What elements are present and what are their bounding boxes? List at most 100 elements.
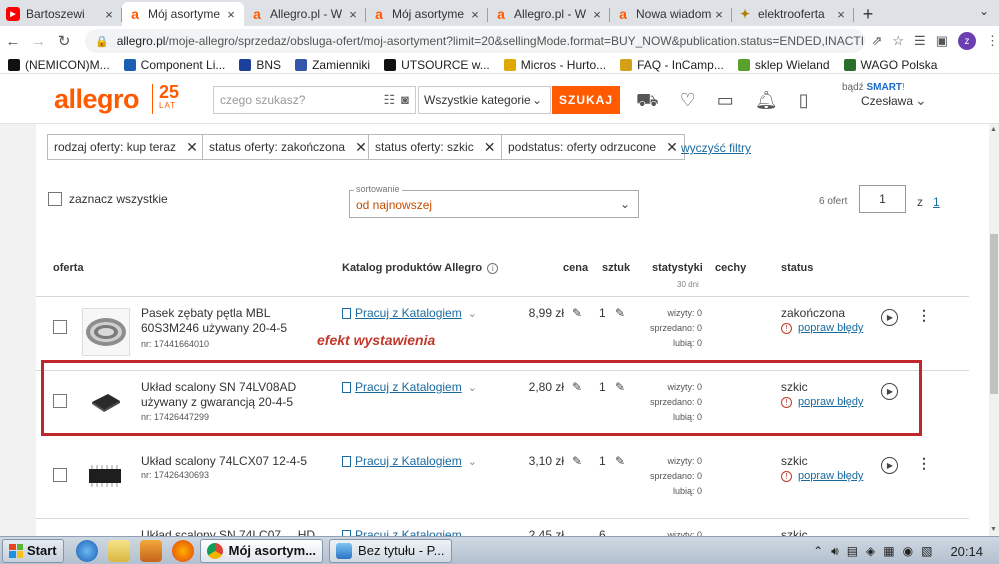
fix-errors-link[interactable]: ! popraw błędy <box>781 322 863 334</box>
tray-app-icon[interactable]: ▧ <box>921 544 932 558</box>
allegro-logo[interactable]: allegro <box>54 84 140 115</box>
pencil-icon[interactable]: ✎ <box>572 306 582 320</box>
page-total-link[interactable]: 1 <box>933 195 940 209</box>
browser-tab[interactable]: a Nowa wiadom × <box>610 2 732 26</box>
browser-tab[interactable]: a Allegro.pl - W × <box>488 2 610 26</box>
play-icon[interactable]: ▶ <box>881 457 898 474</box>
kebab-menu-icon[interactable]: ⋮ <box>917 456 931 470</box>
reading-list-icon[interactable]: ☰ <box>914 33 926 49</box>
back-arrow-icon[interactable]: ← <box>0 33 26 50</box>
bookmark-item[interactable]: FAQ - InCamp... <box>620 58 724 72</box>
filter-list-icon[interactable]: ☷ <box>383 92 395 108</box>
new-tab-button[interactable]: + <box>854 2 882 26</box>
kebab-menu-icon[interactable]: ⋮ <box>986 33 999 49</box>
play-icon[interactable]: ▶ <box>881 309 898 326</box>
side-panel-icon[interactable]: ▣ <box>936 33 948 49</box>
search-button[interactable]: SZUKAJ <box>552 86 620 114</box>
heart-icon[interactable]: ♡ <box>680 90 696 114</box>
close-icon[interactable]: × <box>468 7 482 22</box>
bookmark-item[interactable]: Zamienniki <box>295 58 370 72</box>
profile-avatar[interactable]: z <box>957 32 976 50</box>
filter-chip[interactable]: podstatus: oferty odrzucone ✕ <box>501 134 685 160</box>
network-icon[interactable]: ▤ <box>847 544 858 558</box>
filter-chip[interactable]: status oferty: szkic ✕ <box>368 134 503 160</box>
tray-app-icon[interactable]: ◈ <box>866 544 875 558</box>
product-thumbnail[interactable] <box>82 308 130 356</box>
column-header-price[interactable]: cena <box>563 262 588 274</box>
clear-filters-link[interactable]: wyczyść filtry <box>681 141 751 155</box>
product-thumbnail[interactable] <box>82 451 130 499</box>
bookmark-item[interactable]: UTSOURCE w... <box>384 58 490 72</box>
close-icon[interactable]: × <box>224 7 238 22</box>
search-input[interactable]: czego szukasz? ☷ ◙ <box>213 86 416 114</box>
tray-app-icon[interactable]: ▦ <box>883 544 894 558</box>
bookmark-star-icon[interactable]: ☆ <box>892 33 904 49</box>
delivery-truck-icon[interactable]: ⛟ <box>636 90 659 114</box>
browser-tab-active[interactable]: a Mój asortyme × <box>122 2 244 26</box>
smart-badge[interactable]: bądź SMART! <box>842 82 905 93</box>
pencil-icon[interactable]: ✎ <box>572 454 582 468</box>
page-scrollbar[interactable]: ▲ ▼ <box>989 124 999 536</box>
scrollbar-thumb[interactable] <box>990 234 998 394</box>
reload-icon[interactable]: ↻ <box>51 32 77 50</box>
chevron-down-icon[interactable]: ⌄ <box>915 92 927 109</box>
info-icon[interactable]: i <box>487 263 499 274</box>
volume-icon[interactable]: 🔊︎ <box>831 544 839 559</box>
catalog-link[interactable]: Pracuj z Katalogiem <box>342 528 462 536</box>
catalog-link[interactable]: Pracuj z Katalogiem ⌄ <box>342 454 477 468</box>
share-icon[interactable]: ⇗ <box>871 33 882 49</box>
catalog-link[interactable]: Pracuj z Katalogiem ⌄ <box>342 306 477 320</box>
close-icon[interactable]: × <box>834 7 848 22</box>
category-select[interactable]: Wszystkie kategorie ⌄ <box>418 86 551 114</box>
cart-icon[interactable]: ▯ <box>799 90 809 114</box>
media-player-icon[interactable] <box>139 539 162 562</box>
bookmark-item[interactable]: (NEMICON)M... <box>8 58 110 72</box>
close-icon[interactable]: × <box>712 7 726 22</box>
scroll-down-arrow-icon[interactable]: ▼ <box>990 526 997 533</box>
browser-tab[interactable]: ▶ Bartoszewi × <box>0 2 122 26</box>
internet-explorer-icon[interactable] <box>75 539 98 562</box>
clock[interactable]: 20:14 <box>950 544 983 559</box>
forward-arrow-icon[interactable]: → <box>26 33 52 50</box>
firefox-icon[interactable] <box>171 539 194 562</box>
tray-app-icon[interactable]: ◉ <box>903 544 913 558</box>
select-all-checkbox[interactable] <box>48 192 62 206</box>
filter-chip[interactable]: rodzaj oferty: kup teraz ✕ <box>47 134 205 160</box>
select-all[interactable]: zaznacz wszystkie <box>48 192 168 206</box>
browser-tab[interactable]: a Allegro.pl - W × <box>244 2 366 26</box>
offer-title[interactable]: Układ scalony 74LCX07 12-4-5 <box>141 454 331 469</box>
messages-icon[interactable]: ▭ <box>717 90 734 114</box>
row-checkbox[interactable] <box>53 320 67 334</box>
bookmark-item[interactable]: BNS <box>239 58 281 72</box>
pencil-icon[interactable]: ✎ <box>615 306 625 320</box>
sort-select[interactable]: sortowanie od najnowszej ⌄ <box>349 184 639 218</box>
bookmark-item[interactable]: Micros - Hurto... <box>503 58 606 72</box>
scroll-up-arrow-icon[interactable]: ▲ <box>990 126 997 133</box>
user-name[interactable]: Czesława <box>861 94 913 108</box>
bookmark-item[interactable]: WAGO Polska <box>843 58 937 72</box>
close-icon[interactable]: × <box>346 7 360 22</box>
page-number-input[interactable]: 1 <box>859 185 906 213</box>
bookmark-item[interactable]: sklep Wieland <box>737 58 830 72</box>
fix-errors-link[interactable]: ! popraw błędy <box>781 470 863 482</box>
bell-icon[interactable]: 🔔︎ <box>755 90 778 114</box>
start-button[interactable]: Start <box>2 538 64 563</box>
taskbar-item[interactable]: Bez tytułu - P... <box>329 538 452 563</box>
close-icon[interactable]: ✕ <box>484 139 496 156</box>
close-icon[interactable]: × <box>590 7 604 22</box>
taskbar-item[interactable]: Mój asortym... <box>199 538 324 563</box>
pencil-icon[interactable]: ✎ <box>615 454 625 468</box>
column-header-qty[interactable]: sztuk <box>602 262 630 274</box>
close-icon[interactable]: ✕ <box>666 139 678 156</box>
bookmark-item[interactable]: Component Li... <box>123 58 225 72</box>
filter-chip[interactable]: status oferty: zakończona ✕ <box>202 134 374 160</box>
browser-tab[interactable]: a Mój asortyme × <box>366 2 488 26</box>
browser-tab[interactable]: ✦ elektrooferta × <box>732 2 854 26</box>
kebab-menu-icon[interactable]: ⋮ <box>917 308 931 322</box>
close-icon[interactable]: ✕ <box>186 139 198 156</box>
folder-icon[interactable] <box>107 539 130 562</box>
row-checkbox[interactable] <box>53 468 67 482</box>
close-icon[interactable]: ✕ <box>355 139 367 156</box>
offer-title[interactable]: Pasek zębaty pętla MBL 60S3M246 używany … <box>141 306 331 336</box>
tray-expand-icon[interactable]: ⌃ <box>813 544 823 558</box>
